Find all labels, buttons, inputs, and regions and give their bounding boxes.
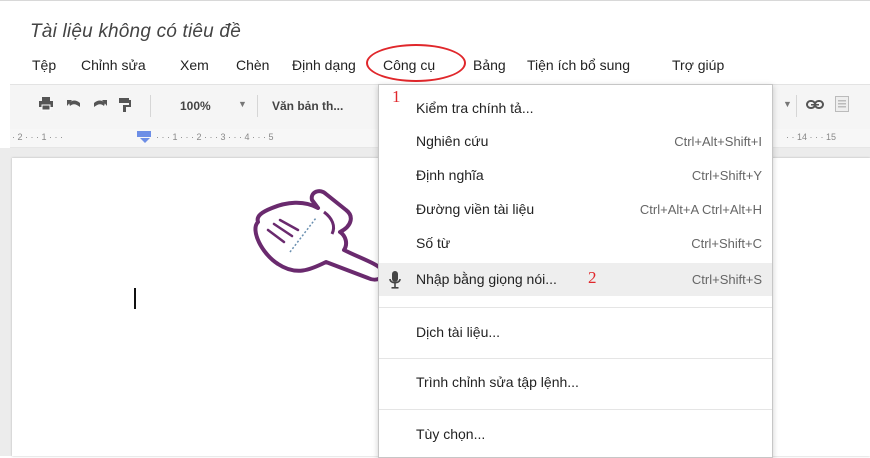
menu-item-script-editor[interactable]: Trình chỉnh sửa tập lệnh... [379, 366, 772, 399]
menu-divider [379, 358, 772, 359]
tools-dropdown-menu: Kiểm tra chính tả... Nghiên cứu Ctrl+Alt… [378, 84, 773, 458]
menu-item-voice-typing[interactable]: Nhập bằng giọng nói... Ctrl+Shift+S [379, 263, 772, 296]
menu-item-label: Trình chỉnh sửa tập lệnh... [416, 374, 579, 390]
text-cursor [134, 288, 136, 309]
chevron-down-icon: ▼ [783, 99, 792, 109]
indent-marker-arrow[interactable] [140, 138, 150, 143]
ruler-ticks: · · · 1 · · · 2 · · · 3 · · · 4 · · · 5 [156, 132, 274, 142]
menu-divider [379, 409, 772, 410]
chevron-down-icon: ▼ [238, 99, 247, 109]
menu-edit[interactable]: Chỉnh sửa [81, 57, 146, 73]
document-title[interactable]: Tài liệu không có tiêu đề [30, 21, 241, 43]
toolbar-divider [796, 95, 797, 117]
ruler-left-ticks: · 2 · · · 1 · · · [12, 132, 63, 142]
menu-item-label: Kiểm tra chính tả... [416, 100, 534, 116]
pointing-hand-icon [253, 189, 385, 282]
menu-item-shortcut: Ctrl+Alt+Shift+I [674, 134, 762, 149]
comment-icon[interactable] [835, 96, 849, 116]
step-1-annotation: 1 [392, 87, 401, 106]
menu-item-shortcut: Ctrl+Shift+S [691, 272, 762, 287]
paragraph-style-select[interactable]: Văn bản th... [272, 99, 343, 113]
menu-format[interactable]: Định dạng [292, 57, 356, 73]
menu-item-research[interactable]: Nghiên cứu Ctrl+Alt+Shift+I [379, 125, 772, 158]
menu-insert[interactable]: Chèn [236, 57, 269, 73]
menu-item-label: Định nghĩa [416, 167, 484, 183]
menu-item-label: Dịch tài liệu... [416, 324, 501, 340]
menu-item-spell-check[interactable]: Kiểm tra chính tả... [379, 92, 772, 125]
redo-icon[interactable] [92, 97, 108, 115]
link-icon[interactable] [806, 98, 824, 115]
menu-item-translate[interactable]: Dịch tài liệu... [379, 316, 772, 349]
tools-menu-highlight-circle [366, 44, 466, 82]
paint-format-icon[interactable] [118, 97, 132, 117]
menu-divider [379, 307, 772, 308]
top-border [0, 0, 870, 1]
zoom-select[interactable]: 100% [180, 99, 211, 113]
menu-item-label: Nghiên cứu [416, 133, 489, 149]
indent-marker[interactable] [137, 131, 151, 137]
menu-item-label: Đường viền tài liệu [416, 201, 535, 217]
menu-item-define[interactable]: Định nghĩa Ctrl+Shift+Y [379, 159, 772, 192]
menu-item-shortcut: Ctrl+Shift+Y [691, 168, 762, 183]
microphone-icon [389, 271, 401, 289]
menu-item-shortcut: Ctrl+Alt+A Ctrl+Alt+H [639, 202, 762, 217]
menu-item-label: Nhập bằng giọng nói... [416, 271, 557, 287]
step-2-annotation: 2 [588, 268, 597, 287]
menu-help[interactable]: Trợ giúp [672, 57, 724, 73]
menu-item-shortcut: Ctrl+Shift+C [691, 236, 762, 251]
ruler-right-ticks: · · 14 · · · 15 [786, 132, 837, 142]
menu-item-preferences[interactable]: Tùy chọn... [379, 418, 772, 451]
toolbar-divider [257, 95, 258, 117]
menu-view[interactable]: Xem [180, 57, 209, 73]
menu-addons[interactable]: Tiện ích bổ sung [527, 57, 630, 73]
undo-icon[interactable] [66, 97, 82, 115]
menu-item-document-outline[interactable]: Đường viền tài liệu Ctrl+Alt+A Ctrl+Alt+… [379, 193, 772, 226]
toolbar-divider [150, 95, 151, 117]
menu-item-label: Số từ [416, 235, 451, 251]
menu-file[interactable]: Tệp [32, 57, 56, 73]
menu-item-label: Tùy chọn... [416, 426, 486, 442]
menu-table[interactable]: Bảng [473, 57, 506, 73]
print-icon[interactable] [38, 97, 54, 115]
menu-item-word-count[interactable]: Số từ Ctrl+Shift+C [379, 227, 772, 260]
